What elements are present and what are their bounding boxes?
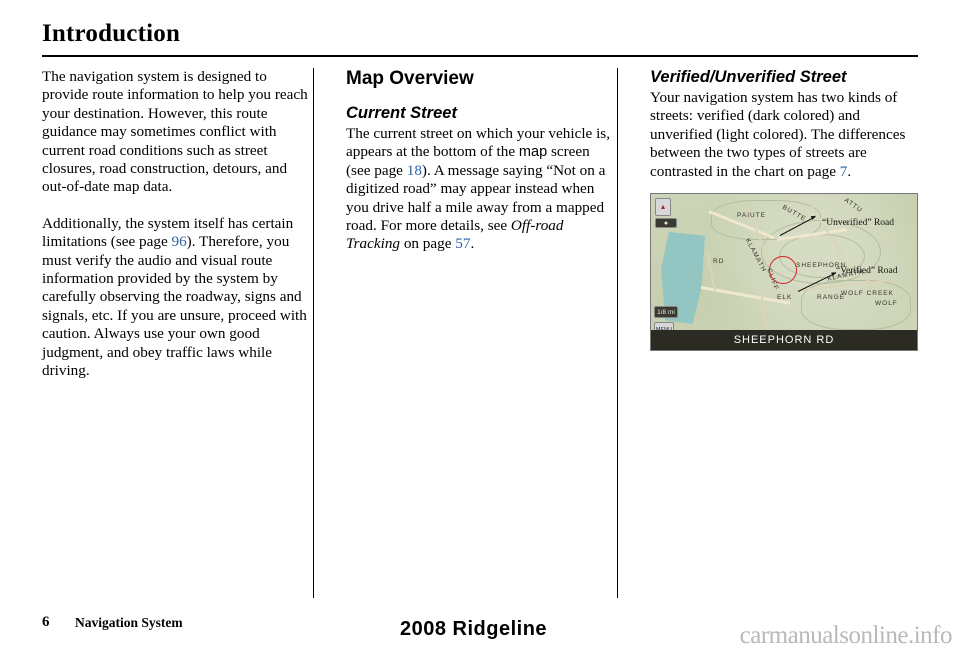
content-columns: The navigation system is designed to pro… (42, 68, 918, 598)
middle-text-4: on page (400, 235, 456, 253)
column-middle: Map Overview Current Street The current … (314, 68, 617, 598)
street-label: RANGE (817, 294, 846, 302)
footer-page-number: 6 (42, 614, 50, 630)
right-text-2: . (847, 162, 852, 180)
left-paragraph-2: Additionally, the system itself has cert… (42, 215, 313, 381)
compass-icon[interactable]: ● (655, 218, 677, 229)
right-text-1: Your navigation system has two kinds of … (650, 89, 906, 180)
street-label: WOLF (875, 300, 898, 308)
subheading-verified-unverified: Verified/Unverified Street (650, 68, 847, 86)
scale-indicator: 1/8 mi (654, 306, 678, 319)
page-reference-57: 57 (455, 235, 471, 253)
subheading-current-street: Current Street (346, 104, 457, 122)
title-divider (42, 55, 918, 57)
page-title: Introduction (42, 20, 181, 47)
document-page: Introduction The navigation system is de… (0, 0, 960, 655)
street-label: WOLF CREEK (841, 290, 894, 298)
left-paragraph-1: The navigation system is designed to pro… (42, 68, 308, 196)
column-left: The navigation system is designed to pro… (42, 68, 313, 598)
callout-unverified-road: “Unverified” Road (822, 218, 895, 229)
callout-verified-road: “Verified” Road (836, 266, 898, 277)
right-paragraph: Your navigation system has two kinds of … (650, 89, 918, 181)
section-heading-map-overview: Map Overview (346, 68, 474, 89)
column-right: Verified/Unverified Street Your navigati… (618, 68, 918, 598)
middle-text-5: . (470, 235, 475, 253)
middle-term-map: map (518, 144, 548, 161)
page-reference-18: 18 (406, 161, 422, 179)
street-label: PAIUTE (737, 212, 766, 220)
street-label: RD (713, 258, 725, 266)
warning-icon[interactable]: ▲ (655, 198, 671, 217)
middle-paragraph: The current street on which your vehicle… (346, 125, 617, 254)
current-street-bar: SHEEPHORN RD (651, 330, 917, 351)
page-reference-96: 96 (171, 233, 187, 251)
street-label: ELK (777, 294, 793, 302)
footer-section-label: Navigation System (75, 615, 183, 630)
vehicle-position-marker (769, 256, 803, 285)
vehicle-range-circle (769, 256, 797, 285)
left-paragraph-2-text-2: ). Therefore, you must verify the audio … (42, 233, 307, 380)
footer-model-year: 2008 Ridgeline (400, 618, 548, 640)
watermark: carmanualsonline.info (739, 622, 953, 649)
